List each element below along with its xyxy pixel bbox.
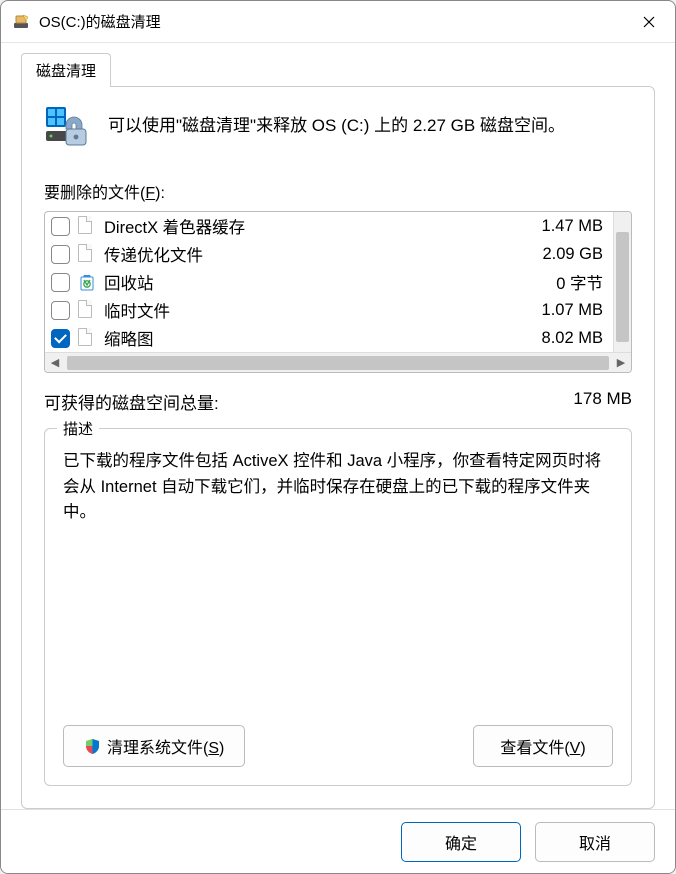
file-size: 0 字节 bbox=[556, 270, 607, 294]
file-size: 1.07 MB bbox=[542, 301, 607, 320]
file-checkbox[interactable] bbox=[51, 301, 70, 320]
description-legend: 描述 bbox=[57, 418, 99, 439]
disk-cleanup-icon bbox=[13, 13, 31, 31]
file-icon bbox=[78, 244, 96, 264]
file-checkbox[interactable] bbox=[51, 217, 70, 236]
file-size: 8.02 MB bbox=[542, 329, 607, 348]
file-name: 缩略图 bbox=[104, 326, 542, 350]
recycle-bin-icon bbox=[78, 272, 96, 292]
file-icon bbox=[78, 300, 96, 320]
view-files-button[interactable]: 查看文件(V) bbox=[473, 725, 613, 767]
cancel-button[interactable]: 取消 bbox=[535, 822, 655, 862]
file-checkbox[interactable] bbox=[51, 329, 70, 348]
close-button[interactable] bbox=[629, 2, 669, 42]
dialog-footer: 确定 取消 bbox=[1, 809, 675, 873]
file-row[interactable]: 临时文件1.07 MB bbox=[45, 296, 613, 324]
file-icon bbox=[78, 216, 96, 236]
description-text: 已下载的程序文件包括 ActiveX 控件和 Java 小程序，你查看特定网页时… bbox=[63, 449, 613, 711]
cleanup-large-icon bbox=[44, 105, 90, 151]
file-name: 传递优化文件 bbox=[104, 242, 542, 266]
scroll-right-arrow[interactable]: ▶ bbox=[611, 356, 631, 369]
dialog-window: OS(C:)的磁盘清理 磁盘清理 bbox=[0, 0, 676, 874]
file-checkbox[interactable] bbox=[51, 245, 70, 264]
intro-text: 可以使用"磁盘清理"来释放 OS (C:) 上的 2.27 GB 磁盘空间。 bbox=[108, 105, 565, 139]
file-row[interactable]: DirectX 着色器缓存1.47 MB bbox=[45, 212, 613, 240]
shield-icon bbox=[84, 738, 101, 755]
clean-system-files-button[interactable]: 清理系统文件(S) bbox=[63, 725, 245, 767]
gain-row: 可获得的磁盘空间总量: 178 MB bbox=[44, 389, 632, 414]
tab-panel: 可以使用"磁盘清理"来释放 OS (C:) 上的 2.27 GB 磁盘空间。 要… bbox=[21, 86, 655, 809]
titlebar: OS(C:)的磁盘清理 bbox=[1, 1, 675, 43]
file-name: 临时文件 bbox=[104, 298, 542, 322]
file-icon bbox=[78, 328, 96, 348]
scrollbar-thumb[interactable] bbox=[616, 232, 629, 342]
file-list: DirectX 着色器缓存1.47 MB传递优化文件2.09 GB回收站0 字节… bbox=[44, 211, 632, 373]
intro-row: 可以使用"磁盘清理"来释放 OS (C:) 上的 2.27 GB 磁盘空间。 bbox=[44, 105, 632, 151]
file-name: 回收站 bbox=[104, 270, 556, 294]
scroll-left-arrow[interactable]: ◀ bbox=[45, 356, 65, 369]
horizontal-scrollbar[interactable]: ◀ ▶ bbox=[45, 352, 631, 372]
gain-label: 可获得的磁盘空间总量: bbox=[44, 389, 219, 414]
vertical-scrollbar[interactable] bbox=[613, 212, 631, 352]
scrollbar-thumb[interactable] bbox=[67, 356, 609, 370]
file-row[interactable]: 缩略图8.02 MB bbox=[45, 324, 613, 352]
file-size: 1.47 MB bbox=[542, 217, 607, 236]
files-to-delete-label: 要删除的文件(F): bbox=[44, 179, 632, 203]
tab-disk-cleanup[interactable]: 磁盘清理 bbox=[21, 53, 111, 87]
file-size: 2.09 GB bbox=[542, 245, 607, 264]
file-checkbox[interactable] bbox=[51, 273, 70, 292]
gain-value: 178 MB bbox=[573, 389, 632, 414]
file-name: DirectX 着色器缓存 bbox=[104, 214, 542, 238]
dialog-content: 磁盘清理 bbox=[1, 43, 675, 809]
ok-button[interactable]: 确定 bbox=[401, 822, 521, 862]
file-row[interactable]: 传递优化文件2.09 GB bbox=[45, 240, 613, 268]
description-group: 描述 已下载的程序文件包括 ActiveX 控件和 Java 小程序，你查看特定… bbox=[44, 428, 632, 786]
file-row[interactable]: 回收站0 字节 bbox=[45, 268, 613, 296]
window-title: OS(C:)的磁盘清理 bbox=[39, 11, 629, 32]
